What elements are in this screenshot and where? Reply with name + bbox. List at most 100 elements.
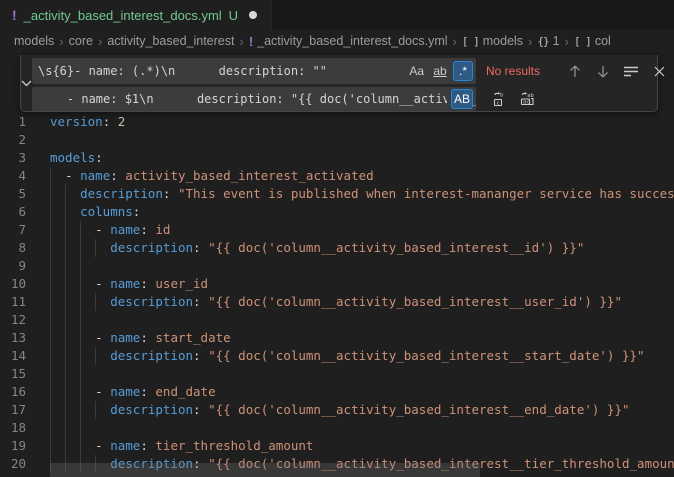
breadcrumb-item-models[interactable]: models	[14, 34, 54, 48]
code-line-5[interactable]: 5 description: "This event is published …	[0, 185, 674, 203]
line-number: 7	[0, 221, 26, 239]
breadcrumb-label: _activity_based_interest_docs.yml	[257, 34, 447, 48]
whole-word-toggle[interactable]: ab	[430, 61, 450, 81]
line-number: 2	[0, 131, 26, 149]
line-number: 3	[0, 149, 26, 167]
line-number: 17	[0, 401, 26, 419]
indent-guide	[80, 311, 81, 329]
horizontal-scrollbar[interactable]	[50, 463, 480, 477]
breadcrumb: models › core › activity_based_interest ›! _ac…	[0, 30, 674, 52]
match-case-toggle[interactable]: Aa	[406, 61, 427, 81]
breadcrumb-label: activity_based_interest	[107, 34, 234, 48]
code-line-15[interactable]: 15	[0, 365, 674, 383]
line-text: description: "{{ doc('column__activity_b…	[50, 293, 622, 311]
line-text: - name: id	[50, 221, 170, 239]
regex-toggle[interactable]: .*	[453, 61, 473, 81]
code-line-7[interactable]: 7 - name: id	[0, 221, 674, 239]
tab-active-file[interactable]: ! _activity_based_interest_docs.yml U	[0, 0, 272, 30]
breadcrumb-item-_activity_based_interest_docs.yml[interactable]: ! _activity_based_interest_docs.yml	[249, 34, 448, 49]
line-text: version: 2	[50, 113, 125, 131]
tab-bar: ! _activity_based_interest_docs.yml U	[0, 0, 674, 30]
preserve-case-toggle[interactable]: AB	[451, 89, 473, 109]
breadcrumb-label: core	[69, 34, 93, 48]
breadcrumb-separator-icon: ›	[453, 35, 457, 48]
line-number: 10	[0, 275, 26, 293]
indent-guide	[50, 365, 51, 383]
replace-button[interactable]: bc	[488, 88, 510, 110]
indent-guide	[80, 419, 81, 437]
breadcrumb-item-col[interactable]: [ ]col	[574, 34, 611, 48]
vscode-window: ! _activity_based_interest_docs.yml U mo…	[0, 0, 674, 477]
code-line-14[interactable]: 14 description: "{{ doc('column__activit…	[0, 347, 674, 365]
editor-pane[interactable]: \s{6}- name: (.*)\n description: "" Aaab…	[0, 52, 674, 477]
breadcrumb-separator-icon: ›	[565, 35, 569, 48]
indent-guide	[50, 419, 51, 437]
indent-guide	[80, 365, 81, 383]
replace-input[interactable]: - name: $1\n description: "{{ doc('colum…	[32, 87, 476, 111]
code-line-8[interactable]: 8 description: "{{ doc('column__activity…	[0, 239, 674, 257]
find-input[interactable]: \s{6}- name: (.*)\n description: "" Aaab…	[32, 58, 476, 84]
code-line-17[interactable]: 17 description: "{{ doc('column__activit…	[0, 401, 674, 419]
line-number: 16	[0, 383, 26, 401]
svg-text:c: c	[496, 100, 499, 106]
breadcrumb-item-core[interactable]: core	[69, 34, 93, 48]
code-line-1[interactable]: 1version: 2	[0, 113, 674, 131]
line-number: 14	[0, 347, 26, 365]
breadcrumb-label: col	[595, 34, 611, 48]
code-line-4[interactable]: 4 - name: activity_based_interest_activa…	[0, 167, 674, 185]
breadcrumb-separator-icon: ›	[239, 35, 243, 48]
line-text: - name: user_id	[50, 275, 208, 293]
git-status-badge: U	[229, 8, 238, 23]
line-number: 20	[0, 455, 26, 473]
find-replace-widget: \s{6}- name: (.*)\n description: "" Aaab…	[20, 55, 658, 112]
line-number: 8	[0, 239, 26, 257]
code-line-16[interactable]: 16 - name: end_date	[0, 383, 674, 401]
find-in-selection-icon[interactable]	[620, 60, 642, 82]
code-line-10[interactable]: 10 - name: user_id	[0, 275, 674, 293]
breadcrumb-separator-icon: ›	[98, 35, 102, 48]
breadcrumb-item-activity_based_interest[interactable]: activity_based_interest	[107, 34, 234, 48]
breadcrumb-label: models	[483, 34, 523, 48]
line-text: models:	[50, 149, 103, 167]
svg-text:ab: ab	[527, 93, 534, 99]
breadcrumb-separator-icon: ›	[528, 35, 532, 48]
line-text: description: "{{ doc('column__activity_b…	[50, 239, 584, 257]
line-number: 15	[0, 365, 26, 383]
yaml-file-icon: !	[12, 7, 17, 23]
indent-guide	[50, 311, 51, 329]
replace-input-value: - name: $1\n description: "{{ doc('colum…	[38, 87, 476, 111]
indent-guide	[65, 311, 66, 329]
indent-guide	[80, 257, 81, 275]
replace-all-button[interactable]: abac	[516, 88, 538, 110]
object-symbol-icon: {}	[537, 35, 548, 48]
previous-match-button[interactable]	[564, 60, 586, 82]
line-text: - name: start_date	[50, 329, 231, 347]
close-icon[interactable]	[648, 60, 670, 82]
code-line-9[interactable]: 9	[0, 257, 674, 275]
line-text: description: "{{ doc('column__activity_b…	[50, 401, 630, 419]
breadcrumb-item-models[interactable]: [ ]models	[462, 34, 523, 48]
code-line-6[interactable]: 6 columns:	[0, 203, 674, 221]
toggle-replace-chevron-icon[interactable]	[21, 55, 32, 111]
line-number: 11	[0, 293, 26, 311]
code-line-2[interactable]: 2	[0, 131, 674, 149]
yaml-symbol-icon: !	[249, 34, 253, 49]
breadcrumb-label: models	[14, 34, 54, 48]
breadcrumb-separator-icon: ›	[59, 35, 63, 48]
code-content[interactable]: 1version: 223 models:4 - name: activity_b…	[0, 113, 674, 473]
indent-guide	[65, 419, 66, 437]
line-text: description: "This event is published wh…	[50, 185, 674, 203]
line-number: 4	[0, 167, 26, 185]
code-line-11[interactable]: 11 description: "{{ doc('column__activit…	[0, 293, 674, 311]
line-number: 5	[0, 185, 26, 203]
line-number: 18	[0, 419, 26, 437]
next-match-button[interactable]	[592, 60, 614, 82]
code-line-18[interactable]: 18	[0, 419, 674, 437]
code-line-19[interactable]: 19 - name: tier_threshold_amount	[0, 437, 674, 455]
tab-title: _activity_based_interest_docs.yml	[24, 8, 222, 23]
code-line-13[interactable]: 13 - name: start_date	[0, 329, 674, 347]
code-line-3[interactable]: 3 models:	[0, 149, 674, 167]
code-line-12[interactable]: 12	[0, 311, 674, 329]
breadcrumb-item-1[interactable]: {}1	[537, 34, 559, 48]
modified-dot-icon[interactable]	[249, 11, 257, 19]
